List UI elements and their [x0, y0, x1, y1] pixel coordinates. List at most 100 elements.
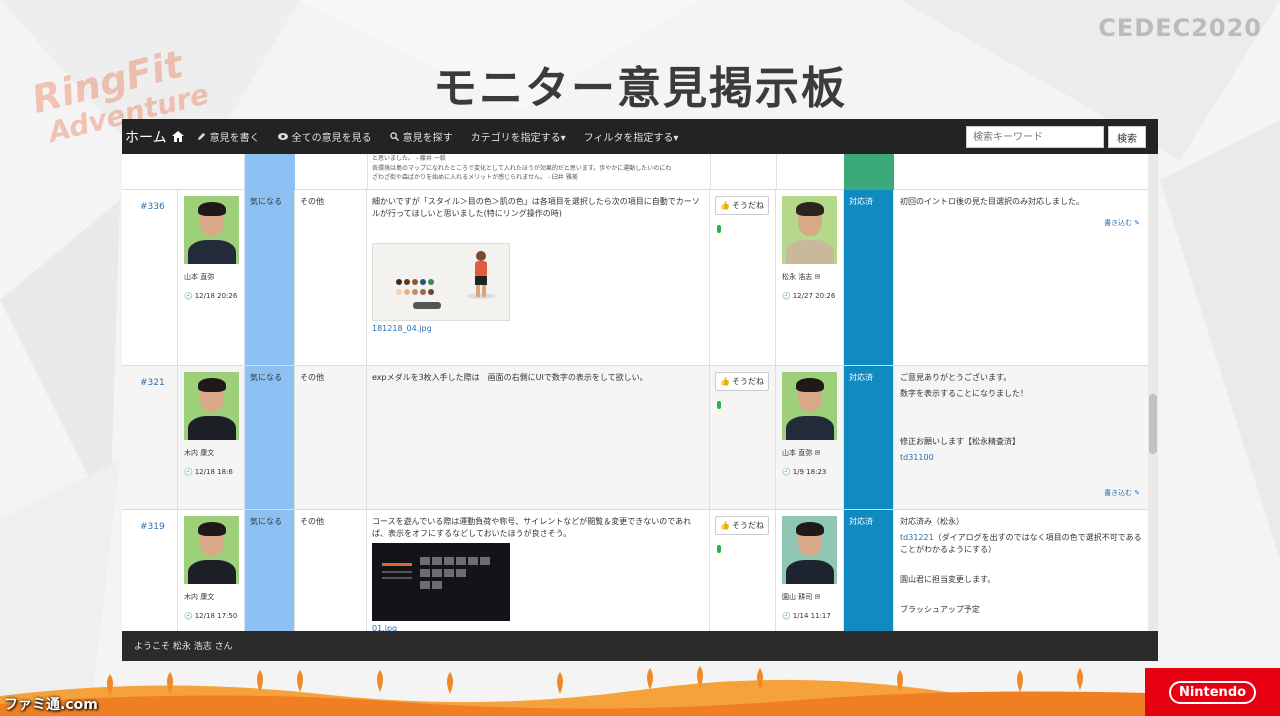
response-date-text: 12/27 20:26 — [792, 292, 836, 300]
status-badge: 対応済 — [844, 190, 894, 365]
ticket-link[interactable]: td31100 — [900, 452, 1142, 464]
post-date-text: 12/18 20:26 — [194, 292, 238, 300]
eye-icon — [277, 133, 288, 140]
clock-icon: 🕘 — [782, 292, 791, 300]
avatar — [782, 196, 837, 264]
home-icon — [171, 131, 184, 142]
category: その他 — [295, 510, 367, 631]
opinion-id[interactable]: #319 — [122, 510, 178, 631]
partial-line3: ざわざ街や森ばかりを始めに入れるメリットが感じられません。 - 臼井 雅美 — [372, 174, 578, 182]
nav-category-dropdown[interactable]: カテゴリを指定する▾ — [462, 129, 575, 144]
reply-text-with-link: td31221（ダイアログを出すのではなく項目の色で選択不可であることがわかるよ… — [900, 532, 1142, 556]
ticket-link[interactable]: td31221 — [900, 533, 934, 542]
search-button[interactable]: 検索 — [1108, 126, 1146, 148]
avatar — [184, 196, 239, 264]
nav-filter-dropdown[interactable]: フィルタを指定する▾ — [575, 129, 688, 144]
partial-line1: と思いました。 - 藤井 一毅 — [372, 155, 446, 162]
reply-text: ご意見ありがとうございます。 — [900, 373, 1012, 382]
opinion-body: コースを遊んでいる際は運動負荷や称号、サイレントなどが閲覧＆変更できないのであれ… — [367, 510, 710, 633]
like-label: そうだね — [731, 521, 764, 530]
like-button[interactable]: 👍 そうだね — [715, 196, 769, 215]
cedec-logo: CEDEC2020 — [1098, 14, 1262, 42]
opinion-table: と思いました。 - 藤井 一毅 各環境は島のマップになれたところで変化として入れ… — [122, 154, 1148, 633]
author-name: 木内 康文 — [184, 449, 215, 457]
response-date: 🕘 1/9 18:23 — [782, 468, 843, 476]
responder-name[interactable]: 園山 耕司 ✉ — [782, 592, 843, 602]
scrollbar-thumb[interactable] — [1149, 394, 1157, 454]
author-cell: 山本 直弥 🕘 12/18 20:26 — [178, 190, 245, 365]
partial-body: と思いました。 - 藤井 一毅 各環境は島のマップになれたところで変化として入れ… — [372, 154, 712, 183]
write-comment-link[interactable]: 書き込む ✎ — [1104, 488, 1140, 499]
clock-icon: 🕘 — [184, 292, 193, 300]
responder-cell: 山本 直弥 ✉ 🕘 1/9 18:23 — [776, 366, 844, 509]
footer-welcome: ようこそ 松永 浩志 さん — [122, 631, 1158, 661]
clock-icon: 🕘 — [782, 612, 791, 620]
nav-home[interactable]: ホーム — [122, 127, 188, 147]
like-button[interactable]: 👍 そうだね — [715, 516, 769, 535]
pencil-icon: ✎ — [1134, 489, 1140, 497]
table-row: #321 木内 康文 🕘 12/18 18:6 気になる その他 expメダルを3… — [122, 366, 1148, 510]
responder-cell: 園山 耕司 ✉ 🕘 1/14 11:17 — [776, 510, 844, 631]
opinion-id[interactable]: #336 — [122, 190, 178, 365]
search-form: 検索 — [966, 126, 1146, 148]
type-badge: 気になる — [245, 190, 295, 365]
like-cell: 👍 そうだね — [710, 510, 776, 631]
reply-text: 園山君に担当変更します。 — [900, 575, 996, 584]
attachment-thumbnail[interactable] — [372, 243, 510, 322]
nav-view-all-label: 全ての意見を見る — [291, 133, 372, 144]
opinion-id[interactable]: #321 — [122, 366, 178, 509]
like-cell: 👍 そうだね — [710, 190, 776, 365]
like-label: そうだね — [731, 377, 764, 386]
responder-name[interactable]: 松永 浩志 ✉ — [782, 272, 843, 282]
thumbs-up-icon: 👍 — [720, 521, 730, 530]
response-date: 🕘 12/27 20:26 — [782, 292, 843, 300]
bulletin-board-app: ホーム 意見を書く 全ての意見を見る 意見を探す カテゴリを指定する▾ フィルタ… — [122, 119, 1158, 661]
opinion-body: 細かいですが「スタイル＞目の色＞肌の色」は各項目を選択したら次の項目に自動でカー… — [367, 190, 710, 365]
reply-cell: 初回のイントロ後の見た目選択のみ対応しました。 書き込む ✎ — [894, 190, 1148, 365]
reply-cell: ご意見ありがとうございます。 数字を表示することになりました！ 修正お願いします… — [894, 366, 1148, 509]
navbar: ホーム 意見を書く 全ての意見を見る 意見を探す カテゴリを指定する▾ フィルタ… — [122, 119, 1158, 154]
nav-search[interactable]: 意見を探す — [381, 129, 462, 144]
nav-category-label: カテゴリを指定する▾ — [470, 133, 566, 144]
like-label: そうだね — [731, 201, 764, 210]
like-cell: 👍 そうだね — [710, 366, 776, 509]
table-row: #319 木内 康文 🕘 12/18 17:50 気になる その他 コースを遊んで… — [122, 510, 1148, 633]
scrollbar[interactable] — [1148, 154, 1158, 631]
bottom-decoration — [0, 666, 1280, 716]
status-badge: 対応済 — [844, 366, 894, 509]
write-comment-label: 書き込む — [1104, 489, 1133, 497]
type-badge: 気になる — [245, 366, 295, 509]
opinion-body: expメダルを3枚入手した際は 画面の右側にUIで数字の表示をして欲しい。 — [367, 366, 710, 509]
reply-text: 初回のイントロ後の見た目選択のみ対応しました。 — [900, 197, 1084, 206]
nav-view-all[interactable]: 全ての意見を見る — [269, 129, 381, 144]
opinion-text: 細かいですが「スタイル＞目の色＞肌の色」は各項目を選択したら次の項目に自動でカー… — [372, 197, 700, 218]
nav-search-label: 意見を探す — [402, 133, 453, 144]
attachment-thumbnail[interactable] — [372, 543, 510, 622]
like-button[interactable]: 👍 そうだね — [715, 372, 769, 391]
reply-cell: 対応済み（松永） td31221（ダイアログを出すのではなく項目の色で選択不可で… — [894, 510, 1148, 631]
nav-home-label: ホーム — [125, 129, 167, 146]
post-date: 🕘 12/18 20:26 — [184, 292, 244, 300]
response-date-text: 1/9 18:23 — [792, 468, 827, 476]
nav-write-label: 意見を書く — [209, 133, 260, 144]
thumbs-up-icon: 👍 — [720, 377, 730, 386]
attachment-link[interactable]: 181218_04.jpg — [372, 323, 703, 335]
avatar — [184, 372, 239, 440]
like-count-indicator — [717, 545, 721, 553]
famitsu-watermark: ファミ通.com — [4, 697, 98, 713]
post-date-text: 12/18 17:50 — [194, 612, 238, 620]
slide-title: モニター意見掲示板 — [433, 63, 847, 114]
clock-icon: 🕘 — [184, 468, 193, 476]
search-input[interactable] — [966, 126, 1104, 148]
category: その他 — [295, 366, 367, 509]
response-date: 🕘 1/14 11:17 — [782, 612, 843, 620]
nav-write[interactable]: 意見を書く — [188, 129, 269, 144]
reply-text: （ダイアログを出すのではなく項目の色で選択不可であることがわかるようにする） — [900, 533, 1142, 554]
responder-name[interactable]: 山本 直弥 ✉ — [782, 448, 843, 458]
reply-text: ブラッシュアップ予定 — [900, 605, 980, 614]
write-comment-link[interactable]: 書き込む ✎ — [1104, 218, 1140, 229]
post-date-text: 12/18 18:6 — [194, 468, 233, 476]
partial-line2: 各環境は島のマップになれたところで変化として入れたほうが効果的だと思います。歩や… — [372, 164, 672, 172]
clock-icon: 🕘 — [782, 468, 791, 476]
search-icon — [389, 132, 399, 141]
